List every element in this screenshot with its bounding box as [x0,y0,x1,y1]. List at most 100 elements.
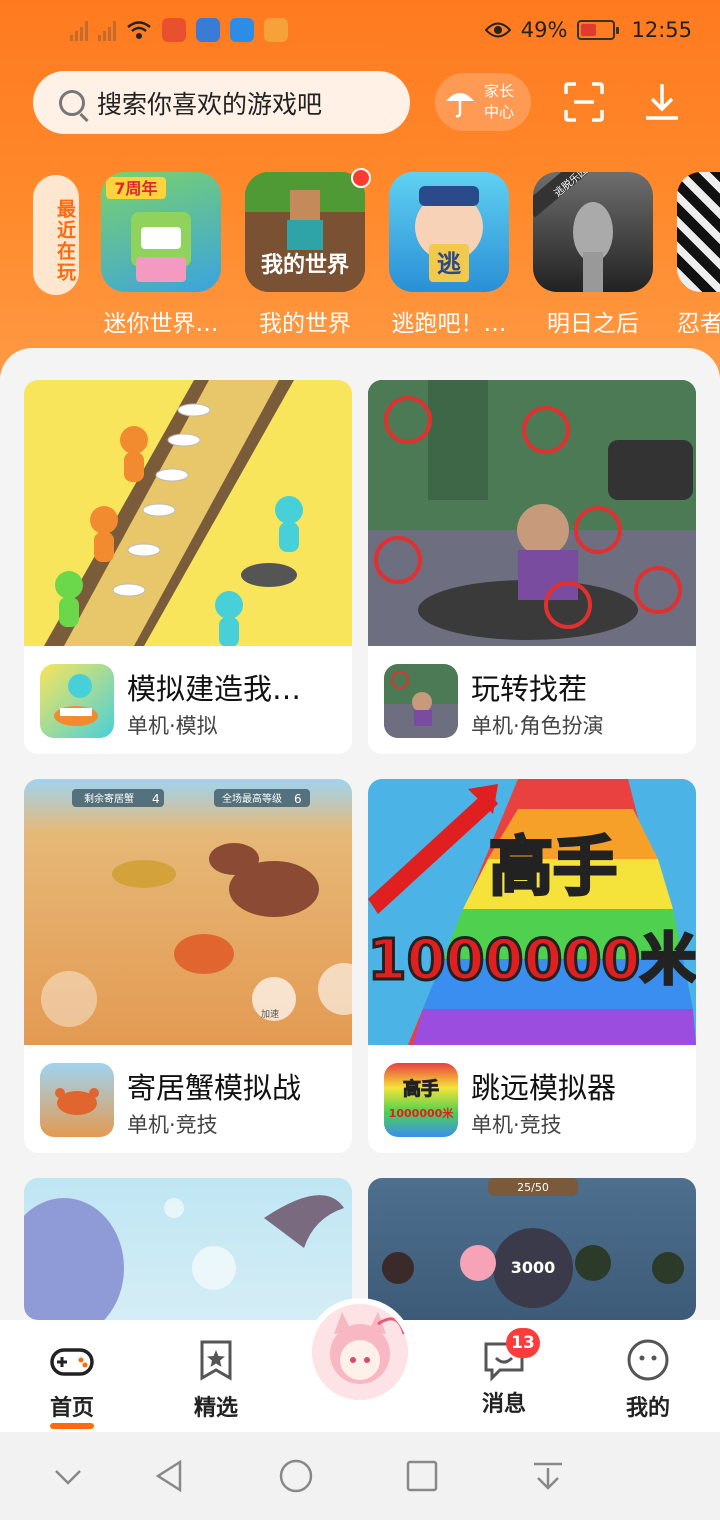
game-category: 单机·模拟 [127,714,218,738]
recent-game-lifeafter[interactable]: 逃脱乐园 明日之后 [533,172,653,338]
remaining-crabs-count: 4 [152,792,160,806]
game-card-info: 寄居蟹模拟战 单机·竞技 [24,1045,352,1153]
recent-game-name: 明日之后 [547,311,639,337]
clock: 12:55 [631,18,692,42]
recent-game-name: 逃跑吧！… [391,311,507,337]
umbrella-icon [446,93,474,118]
unread-badge: 13 [506,1328,540,1358]
game-title: 玩转找茬 [471,672,588,706]
scan-icon[interactable] [562,80,606,124]
anniversary-badge: 7周年 [114,179,157,198]
game-icon: 逃 [389,172,509,292]
tab-mine-label: 我的 [625,1396,670,1421]
profile-face-icon [627,1339,669,1381]
recent-game-name: 忍者 [677,311,720,337]
status-bar: 49% 12:55 [0,0,720,62]
battery-icon [577,20,620,40]
back-icon[interactable] [152,1458,188,1494]
message-icon-wrap: 13 [482,1328,540,1382]
recent-game-name: 迷你世界… [103,311,219,337]
recent-game-escape[interactable]: 逃 逃跑吧！… [389,172,509,338]
game-artwork [24,380,352,646]
chevron-down-icon[interactable] [50,1458,86,1494]
app-notification-icon [162,18,186,42]
remaining-crabs-label: 剩余寄居蟹 [84,792,134,805]
speed-up-label: 加速 [261,1009,279,1020]
tab-mine[interactable]: 我的 [603,1338,693,1422]
game-card[interactable]: 25/50 3000 [368,1178,696,1320]
game-title: 寄居蟹模拟战 [127,1071,302,1105]
game-artwork [368,380,696,646]
wifi-icon [127,21,151,39]
tab-messages-label: 消息 [481,1392,526,1417]
game-icon [677,172,720,292]
game-card-info: 模拟建造我… 单机·模拟 [24,646,352,754]
browser-app-icon [230,18,254,42]
game-card[interactable]: 高手 1000000米 高手 1000000米 跳远模拟器 单机·竞技 [368,779,696,1153]
tab-home[interactable]: 首页 [27,1338,117,1429]
boss-hp: 3000 [511,1258,556,1277]
game-category: 单机·竞技 [471,1113,562,1137]
escape-sign: 逃 [437,250,461,278]
recent-game-name: 我的世界 [259,311,351,337]
game-artwork: 剩余寄居蟹 4 全场最高等级 6 加速 [24,779,352,1045]
recents-icon[interactable] [404,1458,440,1494]
signal-icon [70,19,88,41]
game-card[interactable]: 玩转找茬 单机·角色扮演 [368,380,696,754]
icon-distance-text: 1000000米 [389,1106,455,1120]
parent-center-button[interactable]: 家长 中心 [435,73,531,131]
game-card[interactable]: 剩余寄居蟹 4 全场最高等级 6 加速 寄居蟹模拟战 单机·竞技 [24,779,352,1153]
game-icon [40,1063,114,1137]
gamepad-icon [50,1348,94,1376]
game-category: 单机·竞技 [127,1113,218,1137]
game-icon [384,664,458,738]
search-placeholder: 搜索你喜欢的游戏吧 [97,89,323,119]
game-category: 单机·角色扮演 [471,714,604,738]
pro-text: 高手 [489,831,617,905]
top-level-value: 6 [294,792,302,806]
game-artwork: 高手 1000000米 [368,779,696,1045]
recent-played-tag: 最近在玩 [33,175,79,295]
battery-percent: 49% [520,18,568,42]
tab-featured-label: 精选 [193,1396,238,1421]
update-dot [351,168,371,188]
game-card-info: 玩转找茬 单机·角色扮演 [368,646,696,754]
music-app-icon [196,18,220,42]
minecraft-logo: 我的世界 [261,252,349,278]
tab-messages[interactable]: 13 消息 [459,1328,549,1418]
bookmark-star-icon [200,1340,232,1381]
video-app-icon [264,18,288,42]
top-level-label: 全场最高等级 [222,792,282,805]
download-icon[interactable] [640,80,684,124]
recent-game-minecraft[interactable]: 我的世界 我的世界 [245,168,371,338]
game-icon: 7周年 [101,172,221,292]
game-icon: 高手 1000000米 [384,1063,458,1137]
tab-featured[interactable]: 精选 [171,1338,261,1422]
home-icon[interactable] [278,1458,314,1494]
progress-counter: 25/50 [517,1181,549,1194]
eye-icon [484,22,511,38]
notification-pull-icon[interactable] [530,1458,566,1494]
active-tab-indicator [50,1423,94,1429]
game-icon [40,664,114,738]
tab-home-label: 首页 [49,1396,94,1421]
avatar[interactable] [306,1298,414,1406]
game-artwork [24,1178,352,1320]
icon-pro-text: 高手 [403,1078,439,1100]
search-input[interactable]: 搜索你喜欢的游戏吧 [33,71,410,134]
game-title: 模拟建造我… [127,672,302,706]
search-icon [59,89,85,116]
recent-game-mini-world[interactable]: 7周年 迷你世界… [101,172,221,338]
game-icon: 我的世界 [245,172,365,292]
game-card[interactable]: 模拟建造我… 单机·模拟 [24,380,352,754]
game-card-info: 高手 1000000米 跳远模拟器 单机·竞技 [368,1045,696,1153]
game-title: 跳远模拟器 [471,1071,617,1105]
recent-game-ninja[interactable]: 忍者 [677,172,720,338]
game-artwork: 25/50 3000 [368,1178,696,1320]
parent-center-label-2: 中心 [483,103,514,121]
game-icon: 逃脱乐园 [533,172,653,292]
game-card[interactable] [24,1178,352,1320]
system-navigation-bar [0,1432,720,1520]
distance-text: 1000000米 [368,928,696,993]
signal-icon-2 [98,19,116,41]
